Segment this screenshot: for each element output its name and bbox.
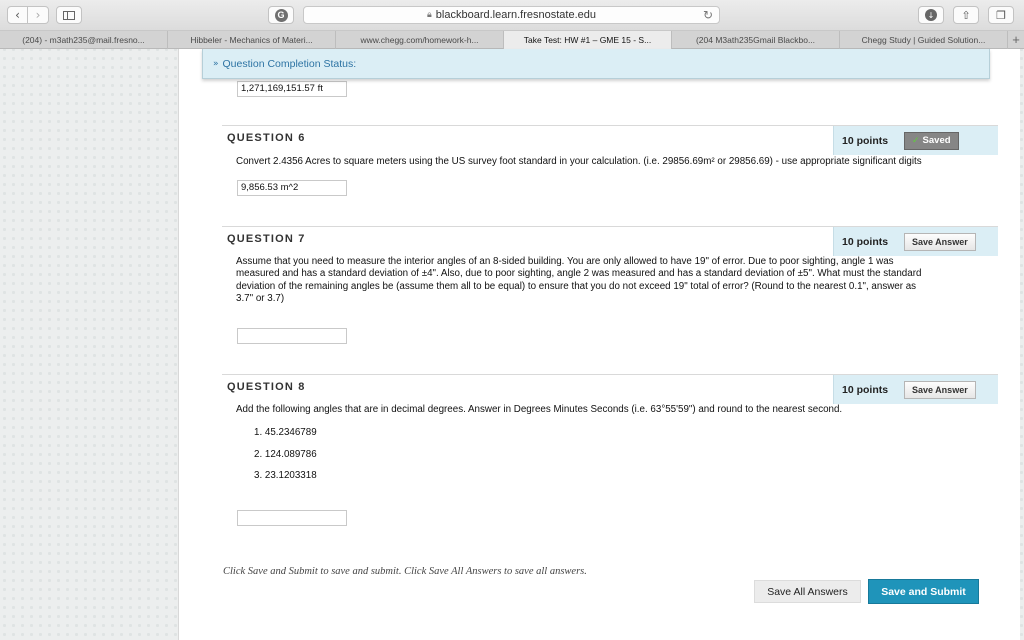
sidebar-icon: [63, 10, 75, 20]
question-text-line: measured and has a standard deviation of…: [236, 268, 922, 280]
question-7-header: QUESTION 7 10 points Save Answer: [222, 226, 998, 256]
forward-button[interactable]: ›: [28, 6, 49, 24]
browser-tab[interactable]: Hibbeler - Mechanics of Materi...: [168, 31, 336, 49]
previous-answer-field[interactable]: 1,271,169,151.57 ft: [237, 81, 347, 97]
points-box: 10 points Save Answer: [833, 375, 998, 404]
question-text-line: Assume that you need to measure the inte…: [236, 256, 894, 267]
tab-bar: (204) - m3ath235@mail.fresno... Hibbeler…: [0, 31, 1024, 49]
chevron-down-icon: »: [213, 58, 219, 69]
saved-label: Saved: [922, 135, 951, 146]
status-label: Question Completion Status:: [222, 57, 357, 70]
question-7-text: Assume that you need to measure the inte…: [236, 256, 976, 305]
nav-buttons: ‹ ›: [7, 6, 49, 24]
tab-overview-button[interactable]: ❐: [988, 6, 1014, 24]
downloads-button[interactable]: ↓: [918, 6, 944, 24]
browser-toolbar: ‹ › G 🔒︎ blackboard.learn.fresnostate.ed…: [0, 0, 1024, 31]
browser-tab[interactable]: (204) - m3ath235@mail.fresno...: [0, 31, 168, 49]
address-bar[interactable]: 🔒︎ blackboard.learn.fresnostate.edu ↻: [303, 6, 720, 24]
browser-tab[interactable]: Chegg Study | Guided Solution...: [840, 31, 1008, 49]
new-tab-button[interactable]: +: [1008, 31, 1024, 48]
points-box: 10 points ✓ Saved: [833, 126, 998, 155]
angle-list-item: 2. 124.089786: [254, 449, 317, 460]
browser-tab[interactable]: www.chegg.com/homework-h...: [336, 31, 504, 49]
saved-button[interactable]: ✓ Saved: [904, 131, 959, 150]
address-url: blackboard.learn.fresnostate.edu: [435, 9, 596, 21]
check-icon: ✓: [912, 135, 920, 146]
question-6-answer-field[interactable]: 9,856.53 m^2: [237, 180, 347, 196]
save-answer-button[interactable]: Save Answer: [904, 380, 976, 399]
question-completion-status[interactable]: » Question Completion Status:: [202, 49, 990, 79]
chevron-right-icon: ›: [35, 8, 41, 22]
question-text-line: 3.7" or 3.7): [236, 292, 285, 304]
plus-icon: +: [1012, 32, 1020, 47]
lock-icon: 🔒︎: [426, 10, 432, 20]
save-and-submit-button[interactable]: Save and Submit: [868, 579, 979, 604]
question-8-header: QUESTION 8 10 points Save Answer: [222, 374, 998, 404]
save-answer-button[interactable]: Save Answer: [904, 232, 976, 251]
extension-button[interactable]: G: [268, 6, 294, 24]
grammarly-icon: G: [274, 8, 288, 22]
submit-instructions: Click Save and Submit to save and submit…: [223, 566, 587, 577]
question-text-line: deviation of the remaining angles be (as…: [236, 280, 917, 292]
back-button[interactable]: ‹: [7, 6, 28, 24]
share-button[interactable]: ⇧: [953, 6, 979, 24]
angle-list-item: 3. 23.1203318: [254, 470, 317, 481]
tabs-icon: ❐: [996, 8, 1006, 22]
points-label: 10 points: [842, 134, 889, 147]
points-box: 10 points Save Answer: [833, 227, 998, 256]
save-all-answers-button[interactable]: Save All Answers: [754, 580, 861, 603]
question-8-answer-field[interactable]: [237, 510, 347, 526]
question-title: QUESTION 7: [227, 233, 306, 245]
question-8-text: Add the following angles that are in dec…: [236, 404, 843, 415]
chevron-left-icon: ‹: [15, 8, 20, 22]
browser-tab[interactable]: (204 M3ath235Gmail Blackbo...: [672, 31, 840, 49]
question-title: QUESTION 6: [227, 132, 306, 144]
reload-icon[interactable]: ↻: [703, 8, 713, 22]
points-label: 10 points: [842, 383, 889, 396]
points-label: 10 points: [842, 235, 889, 248]
sidebar-toggle-button[interactable]: [56, 6, 82, 24]
browser-tab-active[interactable]: Take Test: HW #1 – GME 15 - S...: [504, 31, 672, 49]
question-title: QUESTION 8: [227, 381, 306, 393]
angle-list-item: 1. 45.2346789: [254, 427, 317, 438]
share-icon: ⇧: [961, 8, 971, 22]
question-6-header: QUESTION 6 10 points ✓ Saved: [222, 125, 998, 155]
question-7-answer-field[interactable]: [237, 328, 347, 344]
download-icon: ↓: [925, 9, 937, 21]
question-6-text: Convert 2.4356 Acres to square meters us…: [236, 156, 922, 167]
